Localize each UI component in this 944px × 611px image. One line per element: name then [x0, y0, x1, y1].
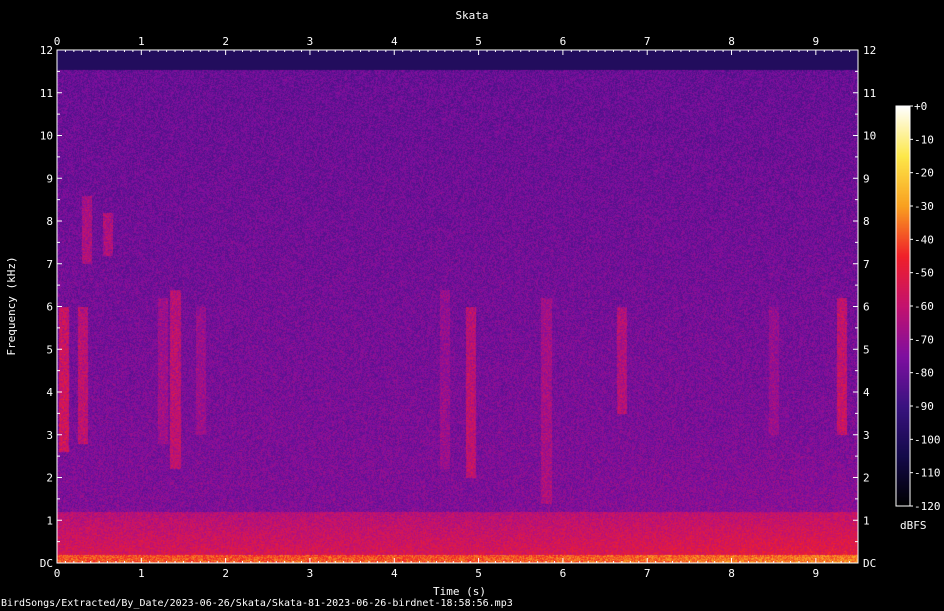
y-tick-label: 10: [863, 130, 876, 143]
x-tick-label: 6: [560, 35, 567, 48]
colorbar-tick-label: -80: [914, 367, 934, 380]
y-tick-label: DC: [863, 557, 876, 570]
y-tick-label: 8: [863, 215, 870, 228]
colorbar-tick-label: -20: [914, 167, 934, 180]
x-tick-label: 0: [54, 567, 61, 580]
colorbar-tick-label: -30: [914, 200, 934, 213]
y-axis-label: Frequency (kHz): [5, 256, 18, 356]
x-tick-label: 5: [475, 35, 482, 48]
y-tick-label: 9: [863, 172, 870, 185]
x-tick-label: 5: [475, 567, 482, 580]
y-tick-label: 6: [863, 301, 870, 314]
colorbar-frame: [895, 105, 911, 507]
y-tick-label: 5: [46, 343, 53, 356]
y-tick-label: 8: [46, 215, 53, 228]
y-tick-label: 12: [40, 44, 53, 57]
colorbar-tick-label: -40: [914, 233, 934, 246]
x-tick-label: 2: [222, 567, 229, 580]
y-tick-label: 6: [46, 301, 53, 314]
colorbar-tick-label: -110: [914, 467, 941, 480]
x-tick-label: 7: [644, 567, 651, 580]
chart-title: Skata: [455, 9, 489, 22]
x-tick-label: 4: [391, 567, 398, 580]
x-tick-label: 9: [813, 567, 820, 580]
x-tick-label: 6: [560, 567, 567, 580]
y-tick-label: 3: [46, 429, 53, 442]
y-tick-label: 7: [46, 258, 53, 271]
x-tick-label: 9: [813, 35, 820, 48]
colorbar-tick-label: +0: [914, 100, 927, 113]
y-tick-label: 1: [863, 514, 870, 527]
colorbar-ticks: +0 -10 -20 -30 -40 -50 -60 -70 -80 -90 -100 -110 -12…: [910, 100, 941, 513]
colorbar-tick-label: -100: [914, 433, 941, 446]
x-tick-label: 1: [138, 567, 145, 580]
x-tick-label: 2: [222, 35, 229, 48]
colorbar-unit: dBFS: [900, 519, 927, 532]
x-tick-label: 3: [307, 567, 314, 580]
y-tick-label: 11: [863, 87, 876, 100]
x-tick-label: 0: [54, 35, 61, 48]
colorbar-tick-label: -90: [914, 400, 934, 413]
colorbar-tick-label: -50: [914, 267, 934, 280]
y-tick-label: 3: [863, 429, 870, 442]
y-tick-label: 1: [46, 514, 53, 527]
x-ticks-top: 0 1 2 3 4 5 6 7 8 9: [54, 35, 859, 55]
axis-lines: [56, 49, 911, 564]
x-tick-label: 8: [728, 567, 735, 580]
spectrogram-axes: 0123456789 0123456789 DC123456789101112 …: [40, 35, 941, 580]
y-tick-label: 7: [863, 258, 870, 271]
x-axis-label: Time (s): [433, 585, 486, 598]
colorbar-tick-label: -60: [914, 300, 934, 313]
y-tick-label: DC: [40, 557, 53, 570]
y-tick-label: 2: [46, 472, 53, 485]
y-tick-label: 4: [46, 386, 53, 399]
y-tick-label: 5: [863, 343, 870, 356]
y-tick-label: 9: [46, 172, 53, 185]
x-tick-label: 3: [307, 35, 314, 48]
x-tick-label: 4: [391, 35, 398, 48]
colorbar-tick-label: -10: [914, 133, 934, 146]
x-tick-label: 8: [728, 35, 735, 48]
y-ticks-right: DC123456789101112: [853, 44, 876, 570]
plot-frame: [56, 49, 859, 564]
x-ticks-bottom: 0 1 2 3 4 5 6 7 8 9: [54, 558, 859, 580]
colorbar-tick-label: -120: [914, 500, 941, 513]
file-path: BirdSongs/Extracted/By_Date/2023-06-26/S…: [1, 598, 513, 609]
y-tick-label: 12: [863, 44, 876, 57]
x-tick-label: 1: [138, 35, 145, 48]
y-tick-label: 10: [40, 130, 53, 143]
y-tick-label: 2: [863, 472, 870, 485]
y-ticks-left: DC123456789101112: [40, 44, 62, 570]
colorbar-tick-label: -70: [914, 333, 934, 346]
y-tick-label: 11: [40, 87, 53, 100]
x-tick-label: 7: [644, 35, 651, 48]
y-tick-label: 4: [863, 386, 870, 399]
